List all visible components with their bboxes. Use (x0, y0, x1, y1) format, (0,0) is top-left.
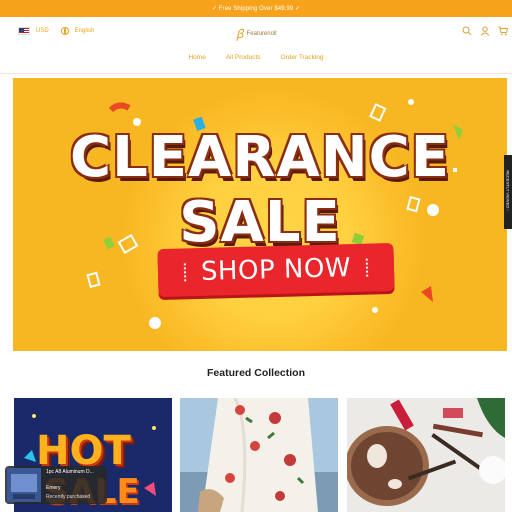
search-icon[interactable] (462, 26, 472, 36)
shop-now-label: SHOP NOW (200, 253, 352, 287)
announcement-bar: ✓ Free Shipping Over $49.99 ✓ (0, 0, 512, 17)
language-selector[interactable]: English (75, 28, 95, 34)
product-thumbnail (7, 468, 41, 502)
makeup-image (347, 398, 505, 512)
floral-dress-image (180, 398, 338, 512)
logo-mark: ꞵ (236, 27, 244, 41)
nav-item-order-tracking[interactable]: Order Tracking (281, 54, 324, 70)
banner-headline-line2: SALE (179, 190, 341, 255)
featured-collection-title: Featured Collection (206, 367, 305, 379)
locale-selectors: USD English (18, 27, 94, 35)
announcement-text: ✓ Free Shipping Over $49.99 ✓ (211, 6, 301, 12)
cart-icon[interactable] (498, 26, 508, 36)
site-header: USD English ꞵ Featurenoll (0, 17, 512, 47)
makeup-card[interactable] (347, 398, 505, 512)
account-icon[interactable] (480, 26, 490, 36)
nav-item-home[interactable]: Home (188, 54, 205, 70)
header-divider (0, 73, 512, 74)
floral-dress-card[interactable] (180, 398, 338, 512)
currency-selector[interactable]: USD (36, 28, 49, 34)
us-flag-icon[interactable] (18, 27, 30, 35)
recently-viewed-tab[interactable]: RECENTLY VIEWED ‹ (504, 155, 512, 229)
popup-buyer-name: Emery (46, 485, 61, 491)
nav-item-all-products[interactable]: All Products (226, 54, 261, 70)
popup-status: Recently purchased (46, 494, 91, 500)
main-nav: Home All Products Order Tracking (0, 54, 512, 70)
shop-now-button[interactable]: SHOP NOW (157, 242, 395, 298)
recently-viewed-label: RECENTLY VIEWED ‹ (505, 170, 511, 211)
header-icons (462, 26, 508, 36)
globe-icon[interactable] (60, 27, 69, 35)
clearance-sale-banner[interactable]: CLEARANCE SALE SHOP NOW (13, 78, 507, 351)
popup-product-name: 1pc A8 Aluminum D... (46, 469, 94, 475)
recent-purchase-popup[interactable]: 1pc A8 Aluminum D... Emery Recently purc… (5, 466, 107, 504)
logo-name: Featurenoll (246, 30, 277, 37)
site-logo[interactable]: ꞵ Featurenoll (236, 25, 277, 42)
banner-headline-line1: CLEARANCE (69, 125, 451, 190)
